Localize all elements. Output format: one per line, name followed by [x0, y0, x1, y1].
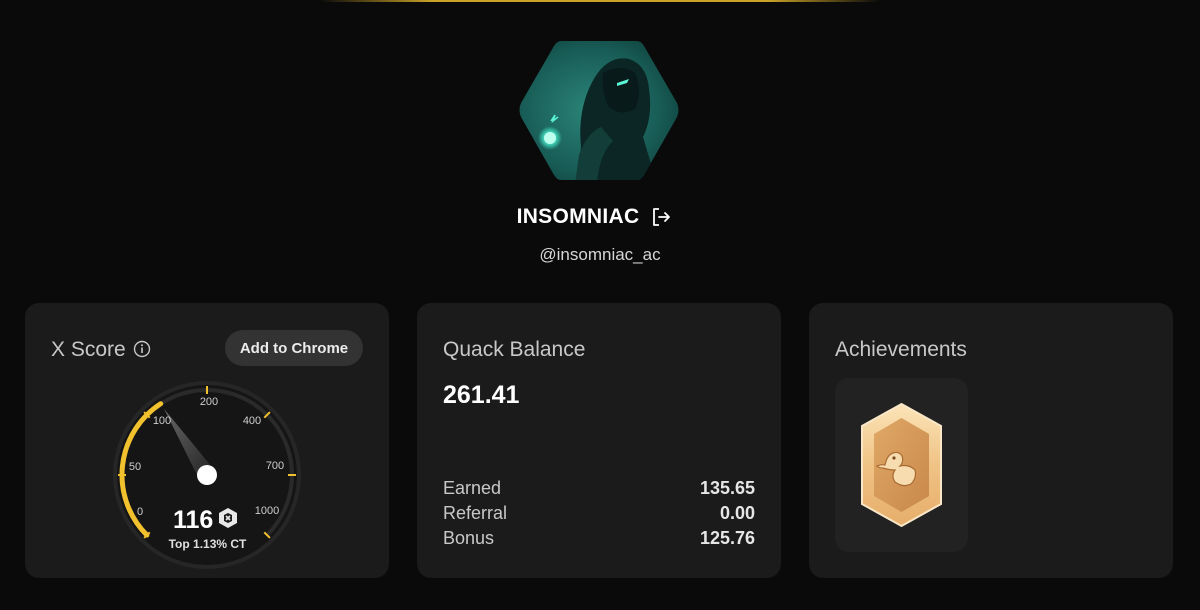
ct-logo-icon: [217, 507, 239, 534]
breakdown-row-earned: Earned 135.65: [443, 478, 755, 503]
x-score-value: 116: [173, 506, 214, 534]
quack-balance-card: Quack Balance 261.41 Earned 135.65 Refer…: [417, 303, 781, 578]
gauge-tick-label-200: 200: [200, 396, 218, 408]
user-handle: @insomniac_ac: [539, 245, 661, 264]
achievement-badge[interactable]: [835, 378, 968, 552]
gauge-hub: [197, 465, 217, 485]
x-score-card: X Score Add to Chrome 0 50 100 200 400 7…: [25, 303, 389, 578]
gauge-tick-label-400: 400: [243, 415, 261, 427]
gauge-tick-label-1000: 1000: [255, 505, 279, 517]
x-score-rank: Top 1.13% CT: [168, 537, 247, 551]
quack-balance-value: 261.41: [443, 381, 520, 409]
gauge-tick-label-700: 700: [266, 460, 284, 472]
breakdown-label: Referral: [443, 503, 508, 523]
logout-icon[interactable]: [649, 205, 673, 229]
breakdown-row-bonus: Bonus 125.76: [443, 528, 755, 553]
quack-balance-title: Quack Balance: [443, 338, 586, 361]
top-accent-bar: [320, 0, 880, 2]
duck-badge-icon: [861, 402, 942, 528]
achievements-title: Achievements: [835, 338, 967, 361]
gauge-tick-label-100: 100: [153, 415, 171, 427]
display-name: INSOMNIAC: [516, 205, 640, 228]
gauge-tick-label-50: 50: [129, 461, 141, 473]
breakdown-label: Earned: [443, 478, 502, 498]
breakdown-row-referral: Referral 0.00: [443, 503, 755, 528]
breakdown-value: 0.00: [719, 503, 755, 523]
hooded-figure-avatar-icon: [519, 41, 679, 180]
gauge-tick-label-0: 0: [137, 506, 143, 518]
avatar: [517, 37, 681, 184]
breakdown-label: Bonus: [443, 528, 495, 548]
achievements-card: Achievements: [809, 303, 1173, 578]
breakdown-value: 125.76: [699, 528, 755, 548]
breakdown-value: 135.65: [699, 478, 755, 498]
balance-breakdown: Earned 135.65 Referral 0.00 Bonus 125.76: [443, 478, 755, 553]
